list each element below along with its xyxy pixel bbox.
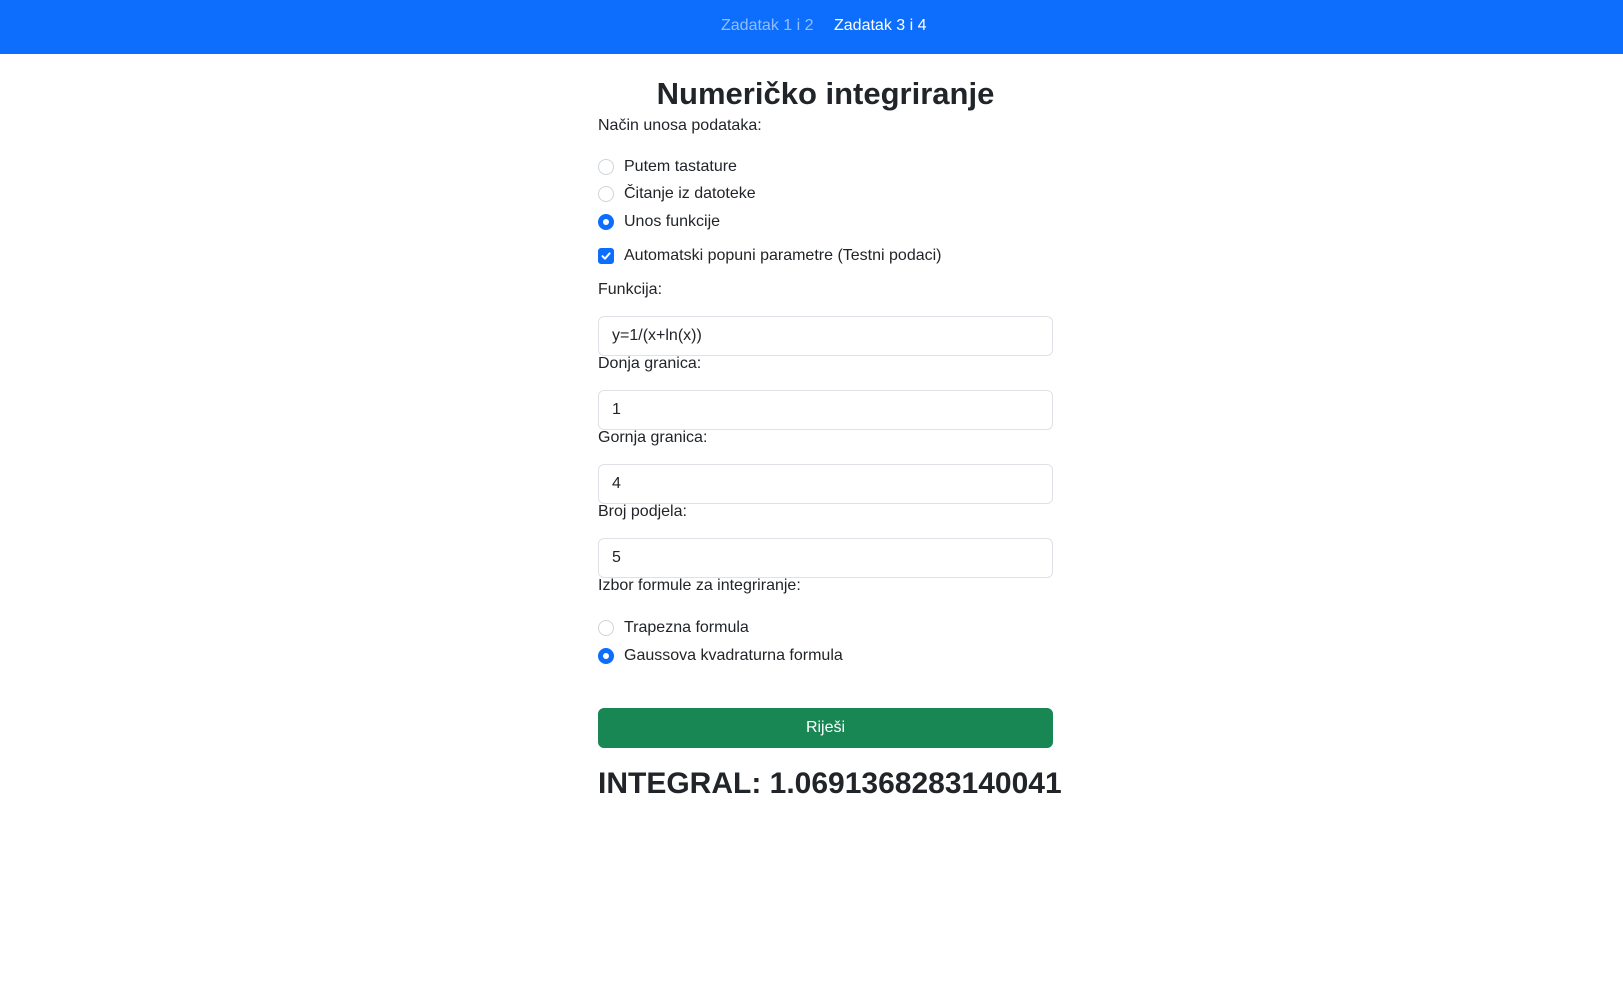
radio-gaussova-formula[interactable]: Gaussova kvadraturna formula — [598, 646, 843, 666]
radio-button[interactable] — [598, 159, 614, 175]
radio-label: Unos funkcije — [624, 213, 721, 230]
upper-bound-input[interactable] — [598, 464, 1053, 504]
input-mode-label: Način unosa podataka: — [598, 117, 762, 134]
lower-bound-input[interactable] — [598, 390, 1053, 430]
formula-choice-label: Izbor formule za integriranje: — [598, 577, 801, 594]
page-title: Numeričko integriranje — [656, 76, 995, 111]
upper-bound-label: Gornja granica: — [598, 429, 708, 446]
radio-unos-funkcije[interactable]: Unos funkcije — [598, 212, 720, 232]
function-label: Funkcija: — [598, 281, 663, 298]
radio-putem-tastature[interactable]: Putem tastature — [598, 157, 737, 177]
radio-button-selected[interactable] — [598, 214, 614, 230]
function-input[interactable] — [598, 316, 1053, 356]
radio-trapezna-formula[interactable]: Trapezna formula — [598, 618, 749, 638]
solve-button[interactable]: Riješi — [598, 708, 1053, 748]
radio-button-selected[interactable] — [598, 648, 614, 664]
radio-label: Čitanje iz datoteke — [624, 185, 756, 202]
lower-bound-label: Donja granica: — [598, 355, 702, 372]
nav-link-zadatak-1-2[interactable]: Zadatak 1 i 2 — [721, 16, 814, 36]
top-navbar: Zadatak 1 i 2 Zadatak 3 i 4 — [0, 0, 1623, 54]
radio-label: Gaussova kvadraturna formula — [624, 647, 843, 664]
nav-link-zadatak-3-4[interactable]: Zadatak 3 i 4 — [834, 16, 927, 36]
autofill-checkbox-row[interactable]: Automatski popuni parametre (Testni poda… — [598, 246, 942, 266]
checkbox-checked[interactable] — [598, 248, 614, 264]
checkmark-icon — [601, 252, 611, 260]
integral-result: INTEGRAL: 1.0691368283140041 — [598, 767, 1062, 800]
divisions-input[interactable] — [598, 538, 1053, 578]
radio-citanje-iz-datoteke[interactable]: Čitanje iz datoteke — [598, 184, 756, 204]
radio-button[interactable] — [598, 186, 614, 202]
autofill-label: Automatski popuni parametre (Testni poda… — [624, 247, 942, 264]
radio-label: Putem tastature — [624, 158, 737, 175]
radio-button[interactable] — [598, 620, 614, 636]
divisions-label: Broj podjela: — [598, 503, 687, 520]
radio-label: Trapezna formula — [624, 619, 749, 636]
